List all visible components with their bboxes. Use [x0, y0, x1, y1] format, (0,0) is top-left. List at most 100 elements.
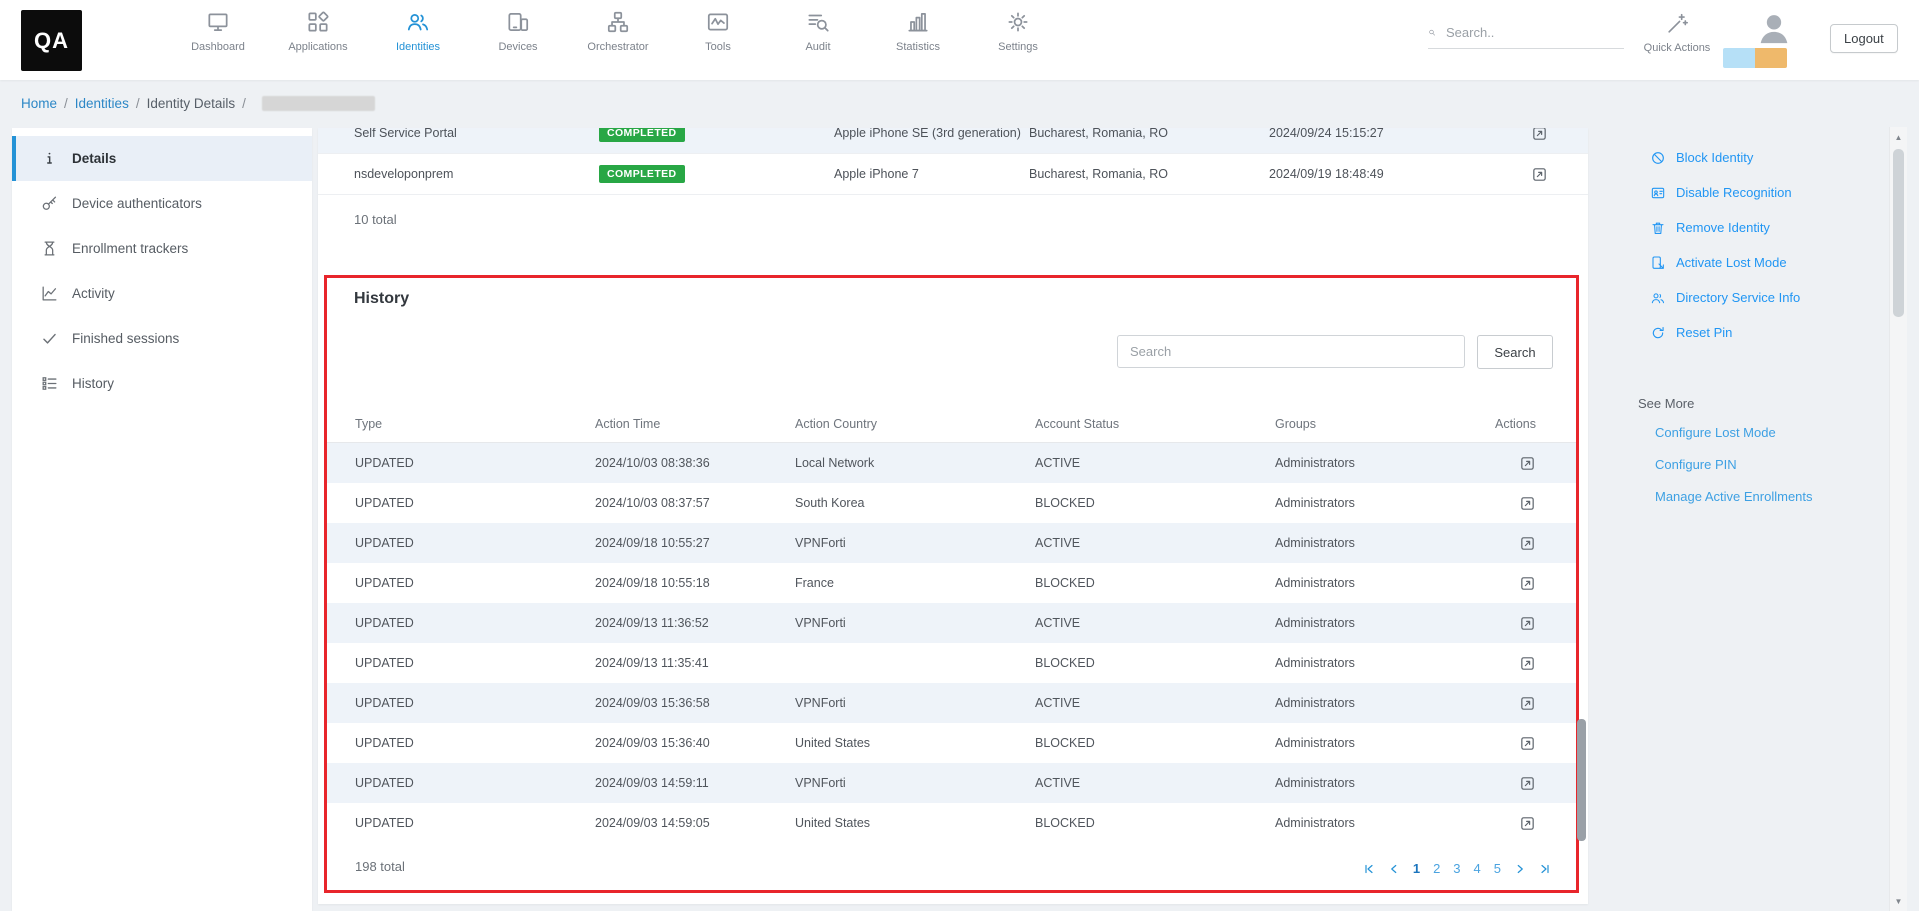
nav-item-devices[interactable]: Devices — [468, 9, 568, 53]
remove-identity-action[interactable]: Remove Identity — [1638, 210, 1900, 245]
open-history-entry-icon[interactable] — [1519, 815, 1536, 832]
last-page-icon[interactable] — [1539, 863, 1551, 875]
open-history-entry-icon[interactable] — [1519, 455, 1536, 472]
open-session-icon[interactable] — [1531, 128, 1548, 142]
page-number-4[interactable]: 4 — [1474, 861, 1481, 876]
first-page-icon[interactable] — [1363, 863, 1375, 875]
configure-pin-link[interactable]: Configure PIN — [1655, 457, 1900, 472]
avatar-icon — [1754, 9, 1794, 49]
checkmark-icon — [40, 329, 59, 348]
history-search-button[interactable]: Search — [1477, 335, 1553, 369]
history-section-annotated: History Search Type Action Time Action C… — [324, 275, 1579, 893]
history-search-input[interactable] — [1117, 335, 1465, 368]
logout-button[interactable]: Logout — [1830, 24, 1898, 53]
lost-mode-icon — [1650, 255, 1666, 271]
user-avatar[interactable] — [1754, 9, 1794, 49]
block-identity-action[interactable]: Block Identity — [1638, 140, 1900, 175]
sidebar-item-history[interactable]: History — [12, 361, 312, 406]
nav-label: Audit — [805, 41, 830, 53]
search-input[interactable] — [1444, 24, 1624, 41]
open-history-entry-icon[interactable] — [1519, 575, 1536, 592]
cell-status: BLOCKED — [1035, 736, 1275, 750]
flag-right — [1755, 48, 1787, 68]
nav-item-applications[interactable]: Applications — [268, 9, 368, 53]
nav-item-settings[interactable]: Settings — [968, 9, 1068, 53]
open-history-entry-icon[interactable] — [1519, 775, 1536, 792]
table-row: Self Service Portal COMPLETED Apple iPho… — [318, 128, 1588, 154]
manage-active-enrollments-link[interactable]: Manage Active Enrollments — [1655, 489, 1900, 504]
sidebar-item-label: Enrollment trackers — [72, 241, 188, 256]
nav-label: Statistics — [896, 41, 940, 53]
sidebar-item-finished-sessions[interactable]: Finished sessions — [12, 316, 312, 361]
sidebar-item-label: Device authenticators — [72, 196, 202, 211]
open-history-entry-icon[interactable] — [1519, 495, 1536, 512]
audit-icon — [805, 9, 831, 35]
cell-type: UPDATED — [355, 776, 595, 790]
cell-status: ACTIVE — [1035, 456, 1275, 470]
col-account-status: Account Status — [1035, 417, 1275, 431]
cell-country: South Korea — [795, 496, 1035, 510]
directory-service-info-action[interactable]: Directory Service Info — [1638, 280, 1900, 315]
open-history-entry-icon[interactable] — [1519, 655, 1536, 672]
trash-icon — [1650, 220, 1666, 236]
page-number-2[interactable]: 2 — [1433, 861, 1440, 876]
scroll-down-arrow[interactable]: ▼ — [1890, 893, 1907, 909]
cell-time: 2024/09/18 10:55:27 — [595, 536, 795, 550]
open-history-entry-icon[interactable] — [1519, 535, 1536, 552]
open-session-icon[interactable] — [1531, 166, 1548, 183]
content-scrollbar-thumb[interactable] — [1577, 719, 1586, 841]
page-number-1[interactable]: 1 — [1413, 861, 1420, 876]
open-history-entry-icon[interactable] — [1519, 735, 1536, 752]
pagination: 1 2 3 4 5 — [1363, 861, 1551, 876]
open-history-entry-icon[interactable] — [1519, 695, 1536, 712]
breadcrumb-separator: / — [242, 96, 246, 111]
breadcrumb-identities[interactable]: Identities — [75, 96, 129, 111]
disable-recognition-action[interactable]: Disable Recognition — [1638, 175, 1900, 210]
sidebar-item-device-authenticators[interactable]: Device authenticators — [12, 181, 312, 226]
sidebar-item-label: Activity — [72, 286, 115, 301]
breadcrumb-home[interactable]: Home — [21, 96, 57, 111]
page-scrollbar[interactable]: ▲ ▼ — [1889, 127, 1907, 911]
cell-time: 2024/09/03 15:36:40 — [595, 736, 795, 750]
sidebar-item-details[interactable]: Details — [12, 136, 312, 181]
open-history-entry-icon[interactable] — [1519, 615, 1536, 632]
cell-type: UPDATED — [355, 656, 595, 670]
previous-page-icon[interactable] — [1388, 863, 1400, 875]
wand-icon — [1665, 11, 1690, 36]
global-search — [1428, 24, 1624, 49]
cell-country: Local Network — [795, 456, 1035, 470]
nav-item-identities[interactable]: Identities — [368, 9, 468, 53]
sessions-total: 10 total — [354, 212, 397, 227]
cell-status: BLOCKED — [1035, 656, 1275, 670]
activate-lost-mode-action[interactable]: Activate Lost Mode — [1638, 245, 1900, 280]
nav-item-orchestrator[interactable]: Orchestrator — [568, 9, 668, 53]
cell-groups: Administrators — [1275, 456, 1486, 470]
nav-label: Settings — [998, 41, 1038, 53]
sidebar-item-enrollment-trackers[interactable]: Enrollment trackers — [12, 226, 312, 271]
cell-groups: Administrators — [1275, 616, 1486, 630]
col-actions: Actions — [1495, 417, 1536, 431]
page-number-5[interactable]: 5 — [1494, 861, 1501, 876]
col-groups: Groups — [1275, 417, 1486, 431]
scroll-up-arrow[interactable]: ▲ — [1890, 129, 1907, 145]
quick-actions-button[interactable]: Quick Actions — [1641, 11, 1713, 54]
action-label: Directory Service Info — [1676, 290, 1800, 305]
next-page-icon[interactable] — [1514, 863, 1526, 875]
nav-item-statistics[interactable]: Statistics — [868, 9, 968, 53]
table-row: UPDATED 2024/09/03 14:59:11 VPNForti ACT… — [327, 763, 1576, 803]
app-logo[interactable]: QA — [21, 10, 82, 71]
status-badge: COMPLETED — [599, 128, 685, 142]
page-scrollbar-thumb[interactable] — [1893, 149, 1904, 317]
cell-time: 2024/09/13 11:35:41 — [595, 656, 795, 670]
hourglass-icon — [40, 239, 59, 258]
info-icon — [40, 149, 59, 168]
nav-item-tools[interactable]: Tools — [668, 9, 768, 53]
nav-item-audit[interactable]: Audit — [768, 9, 868, 53]
nav-item-dashboard[interactable]: Dashboard — [168, 9, 268, 53]
nav-label: Identities — [396, 41, 440, 53]
main-nav: Dashboard Applications Identities Device… — [168, 9, 1068, 53]
configure-lost-mode-link[interactable]: Configure Lost Mode — [1655, 425, 1900, 440]
page-number-3[interactable]: 3 — [1453, 861, 1460, 876]
reset-pin-action[interactable]: Reset Pin — [1638, 315, 1900, 350]
sidebar-item-activity[interactable]: Activity — [12, 271, 312, 316]
